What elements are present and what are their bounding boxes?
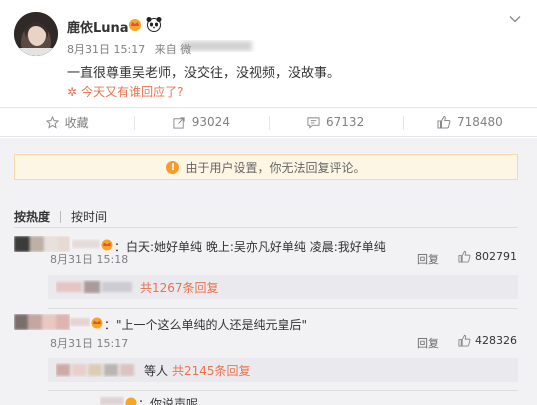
redacted-replier-names: [56, 364, 134, 376]
chevron-down-icon[interactable]: [509, 13, 521, 25]
comment-divider: [48, 390, 518, 391]
replier-suffix: 等人: [144, 363, 169, 378]
sub-replies-box[interactable]: 共1267条回复: [48, 275, 518, 299]
comment-avatar[interactable]: [14, 314, 70, 330]
crown-icon: [91, 317, 103, 329]
crown-icon: [129, 19, 141, 31]
reply-button[interactable]: 回复: [417, 251, 439, 267]
thumb-up-icon: [458, 334, 471, 347]
redacted-replier-names: [56, 281, 132, 293]
panda-icon: [146, 17, 162, 32]
comment-count: 67132: [326, 115, 365, 129]
comment-button[interactable]: 67132: [268, 108, 403, 136]
comment-divider: [48, 308, 518, 309]
super-topic-link[interactable]: ✲ 今天又有谁回应了?: [67, 83, 183, 100]
comment-like-button[interactable]: 802791: [458, 250, 517, 263]
weibo-post: 鹿依Luna 8月31日 15:17 来自 微 一直很尊重吴老师，没交往，没视频…: [0, 0, 537, 106]
like-button[interactable]: 718480: [402, 108, 537, 136]
comment-text: ："上一个这么单纯的人还是纯元皇后": [104, 318, 308, 332]
reply-restricted-notice: ! 由于用户设置，你无法回复评论。: [14, 154, 518, 180]
comment-text: ：你说声呢: [138, 397, 199, 405]
sort-by-time[interactable]: 按时间: [71, 208, 107, 225]
share-icon: [173, 116, 185, 129]
comment-avatar[interactable]: [14, 236, 70, 252]
spark-icon: ✲: [67, 85, 78, 99]
crown-icon: [125, 397, 137, 405]
comment-icon: [307, 116, 320, 129]
notice-text: 由于用户设置，你无法回复评论。: [185, 160, 366, 175]
post-date[interactable]: 8月31日 15:17: [67, 43, 145, 56]
comment-like-count: 428326: [475, 334, 517, 347]
sort-divider: [14, 227, 518, 228]
redacted-username: [70, 318, 90, 326]
redacted-username: [72, 240, 100, 248]
reply-button[interactable]: 回复: [417, 335, 439, 351]
thumb-up-icon: [437, 115, 451, 129]
repost-button[interactable]: 93024: [134, 108, 268, 136]
star-icon: [45, 115, 59, 129]
warning-icon: !: [166, 160, 180, 174]
comment-like-button[interactable]: 428326: [458, 334, 517, 347]
redacted-source: [182, 41, 252, 51]
more-replies-link[interactable]: 共1267条回复: [140, 279, 219, 296]
repost-count: 93024: [191, 115, 230, 129]
comment-sort: 按热度 按时间: [14, 208, 107, 225]
crown-icon: [101, 239, 113, 251]
sort-separator: [60, 210, 62, 223]
sort-by-hot[interactable]: 按热度: [14, 208, 50, 225]
comment-time: 8月31日 15:18: [50, 253, 129, 266]
sub-replies-box[interactable]: 等人 共2145条回复: [48, 358, 518, 382]
comment-text: ：白天:她好单纯 晚上:吴亦凡好单纯 凌晨:我好单纯: [114, 240, 386, 254]
author-avatar[interactable]: [14, 12, 58, 56]
action-bar: 收藏 93024 67132 718480: [0, 107, 537, 137]
post-meta: 8月31日 15:17 来自 微: [67, 41, 191, 57]
like-count: 718480: [456, 115, 503, 129]
super-topic-label: 今天又有谁回应了?: [81, 85, 184, 99]
favorite-button[interactable]: 收藏: [0, 108, 134, 136]
comments-panel: ! 由于用户设置，你无法回复评论。 按热度 按时间 ：白天:她好单纯 晚上:吴亦…: [0, 138, 537, 405]
comment-like-count: 802791: [475, 250, 517, 263]
redacted-username: [100, 397, 124, 405]
comment-time: 8月31日 15:17: [50, 337, 129, 350]
post-text: 一直很尊重吴老师，没交往，没视频，没故事。: [67, 66, 341, 81]
favorite-label: 收藏: [64, 115, 89, 130]
thumb-up-icon: [458, 250, 471, 263]
author-name[interactable]: 鹿依Luna: [67, 17, 129, 36]
more-replies-link[interactable]: 共2145条回复: [172, 362, 251, 379]
